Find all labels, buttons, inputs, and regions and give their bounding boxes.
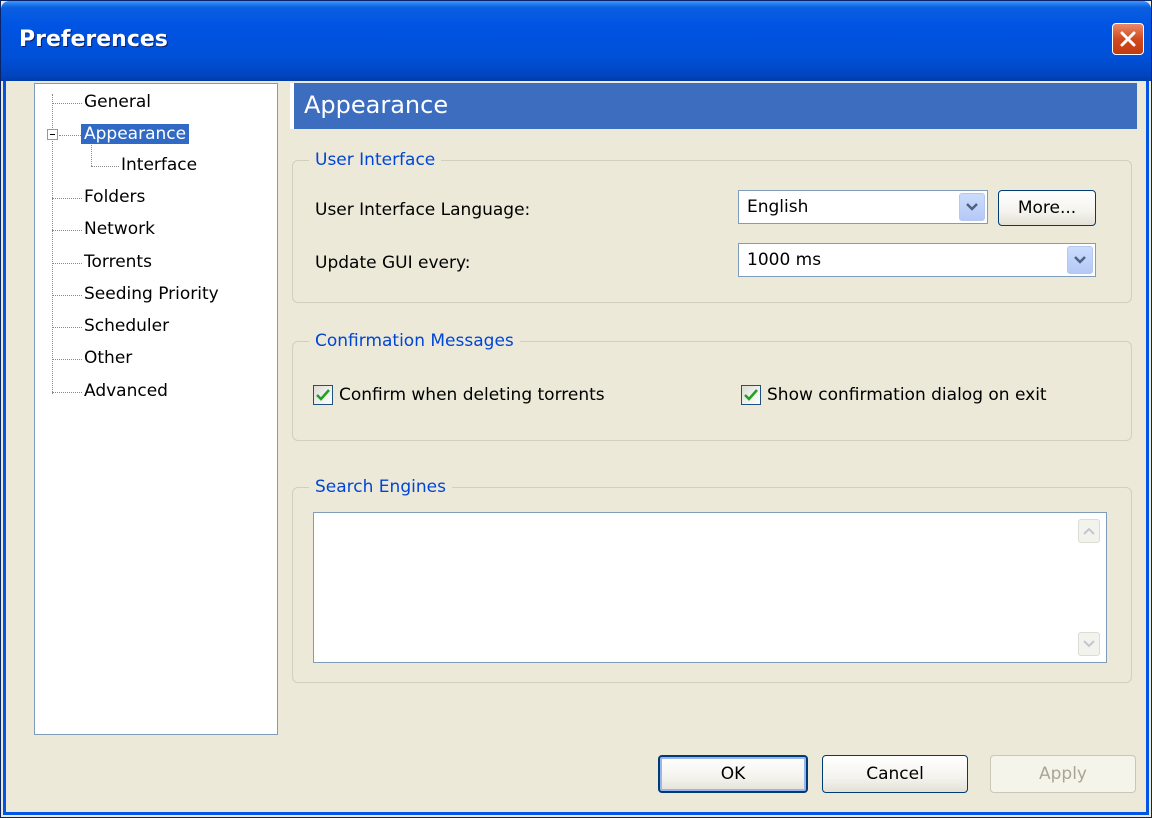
minus-icon[interactable] (47, 129, 58, 140)
more-button[interactable]: More... (998, 190, 1096, 226)
section-title: Appearance (304, 91, 449, 119)
tree-item-label: Advanced (84, 381, 168, 401)
confirm-delete-label[interactable]: Confirm when deleting torrents (339, 384, 605, 406)
checkmark-icon (316, 389, 330, 401)
tree-item-network[interactable]: Network (81, 215, 158, 243)
tree-item-other[interactable]: Other (81, 344, 135, 372)
close-button[interactable] (1112, 23, 1144, 55)
tree-item-label: Seeding Priority (84, 284, 219, 304)
update-interval-value: 1000 ms (747, 250, 822, 270)
tree-item-label: Other (84, 348, 133, 368)
language-label: User Interface Language: (315, 200, 531, 220)
tree-connector (59, 135, 81, 136)
tree-item-label: Network (84, 219, 155, 239)
language-select[interactable]: English (738, 190, 988, 224)
close-icon (1120, 31, 1136, 47)
search-engines-textarea[interactable] (313, 512, 1107, 663)
tree-item-interface[interactable]: Interface (118, 151, 200, 179)
tree-connector (52, 230, 82, 231)
language-value: English (747, 197, 809, 217)
group-title: User Interface (309, 150, 442, 170)
tree-item-label: Scheduler (84, 316, 170, 336)
confirm-exit-label[interactable]: Show confirmation dialog on exit (767, 384, 1047, 406)
confirm-exit-checkbox[interactable] (741, 385, 761, 405)
tree-item-label: Folders (84, 187, 146, 207)
section-header: Appearance (290, 83, 1137, 129)
tree-item-label: Appearance (81, 124, 190, 144)
ok-button[interactable]: OK (658, 755, 808, 793)
group-title: Search Engines (309, 477, 452, 497)
tree-connector (52, 327, 82, 328)
search-engines-group: Search Engines (292, 477, 1132, 683)
tree-connector (52, 295, 82, 296)
group-title: Confirmation Messages (309, 331, 520, 351)
chevron-down-icon[interactable] (959, 193, 985, 221)
update-interval-select[interactable]: 1000 ms (738, 243, 1096, 277)
tree-item-seeding-priority[interactable]: Seeding Priority (81, 280, 222, 308)
tree-connector (52, 103, 82, 104)
tree-item-label: Interface (121, 155, 198, 175)
update-gui-label: Update GUI every: (315, 253, 471, 273)
category-tree[interactable]: General Appearance Interface Folders Net… (34, 83, 278, 735)
scroll-down-icon[interactable] (1078, 632, 1100, 656)
tree-item-scheduler[interactable]: Scheduler (81, 312, 172, 340)
tree-connector (52, 263, 82, 264)
tree-connector (52, 359, 82, 360)
confirm-delete-checkbox[interactable] (313, 385, 333, 405)
tree-connector (52, 392, 82, 393)
tree-item-folders[interactable]: Folders (81, 183, 148, 211)
tree-item-torrents[interactable]: Torrents (81, 248, 155, 276)
tree-connector (52, 198, 82, 199)
preferences-window: Preferences General Appearance Interface… (0, 0, 1152, 818)
tree-item-general[interactable]: General (81, 88, 154, 116)
window-title: Preferences (19, 27, 168, 52)
tree-item-label: Torrents (84, 252, 152, 272)
tree-item-appearance[interactable]: Appearance (81, 120, 190, 148)
checkmark-icon (744, 389, 758, 401)
tree-item-label: General (84, 92, 151, 112)
apply-button[interactable]: Apply (990, 755, 1136, 793)
title-bar[interactable]: Preferences (1, 1, 1151, 81)
scroll-up-icon[interactable] (1078, 519, 1100, 543)
tree-connector (91, 166, 119, 167)
user-interface-group: User Interface User Interface Language: … (292, 150, 1132, 303)
cancel-button[interactable]: Cancel (822, 755, 968, 793)
dialog-body: General Appearance Interface Folders Net… (3, 81, 1149, 815)
chevron-down-icon[interactable] (1067, 246, 1093, 274)
tree-item-advanced[interactable]: Advanced (81, 377, 171, 405)
confirmation-messages-group: Confirmation Messages Confirm when delet… (292, 331, 1132, 441)
